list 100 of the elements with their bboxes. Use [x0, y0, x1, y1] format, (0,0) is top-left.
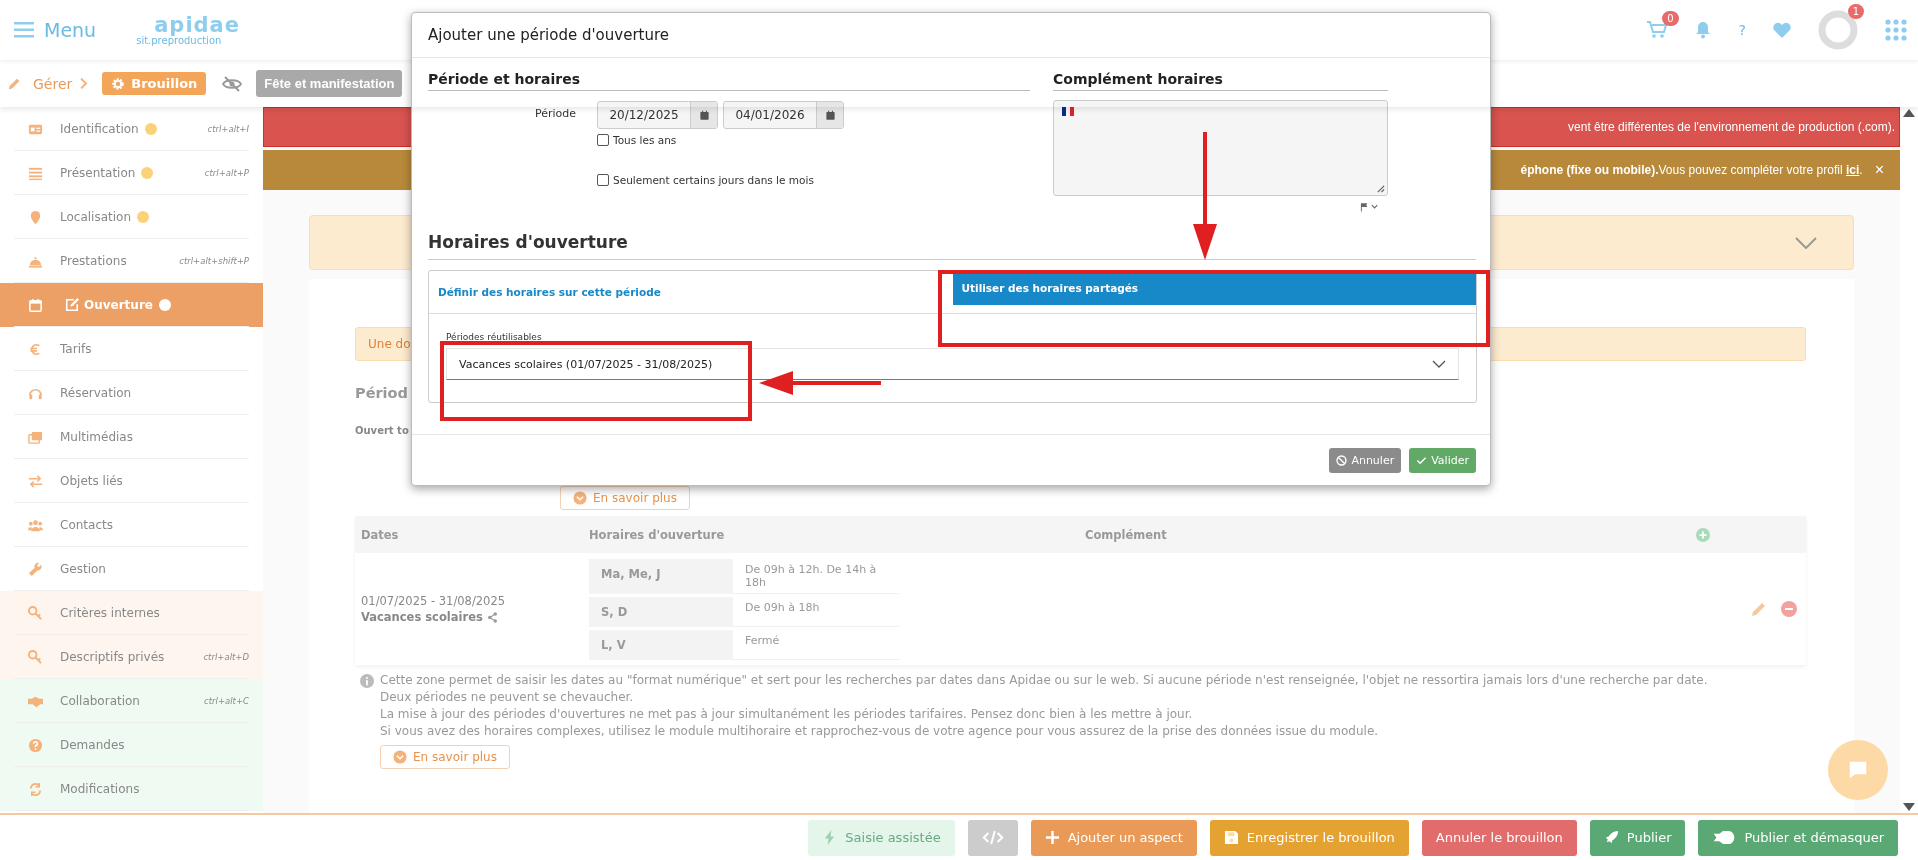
plus-icon	[1044, 830, 1060, 845]
chevron-circle-icon	[393, 750, 407, 764]
arrows-icon	[28, 473, 43, 489]
keyboard-shortcut: ctrl+alt+D	[203, 652, 249, 662]
info-text: Deux périodes ne peuvent se chevaucher.	[380, 689, 635, 706]
section-title: Périod	[355, 385, 408, 401]
days-cell: L, V	[589, 629, 733, 660]
apps-grid-icon[interactable]	[1884, 18, 1908, 42]
dialog-button[interactable]: Valider	[1409, 447, 1476, 473]
tab[interactable]: Définir des horaires sur cette période	[429, 271, 953, 313]
type-chip: Fête et manifestation	[256, 70, 403, 97]
users-icon	[28, 517, 43, 533]
remove-icon[interactable]	[1781, 601, 1797, 617]
pencil-icon	[8, 77, 21, 90]
column-header: Dates	[360, 527, 400, 542]
sidebar-label: Collaboration	[60, 694, 140, 708]
code-button[interactable]	[967, 819, 1018, 856]
info-text: Si vous avez des horaires complexes, utilisez le module multihoraire et rapprochez-vous de votre agence pour vous assurez de la prise des données issue du module.	[380, 723, 1380, 740]
sidebar-label: Réservation	[60, 386, 132, 400]
chat-button[interactable]	[1828, 740, 1888, 800]
scroll-down-icon[interactable]	[1903, 803, 1915, 811]
sidebar-item[interactable]: Collaboration ctrl+alt+C	[0, 679, 263, 723]
select-field[interactable]: Vacances scolaires (01/07/2025 - 31/08/2025)	[446, 348, 1459, 380]
sidebar-label: Prestations	[60, 254, 127, 268]
section-heading: Complément horaires	[1053, 71, 1388, 91]
action-button[interactable]: Enregistrer le brouillon	[1209, 819, 1409, 856]
action-button[interactable]: Saisie assistée	[808, 819, 955, 856]
field-label: Périodes réutilisables	[446, 332, 543, 342]
days-cell: S, D	[589, 596, 733, 627]
calendar-icon	[28, 297, 43, 313]
date-field[interactable]: 20/12/2025	[597, 101, 718, 129]
sidebar-item[interactable]: Critères internes	[0, 591, 263, 635]
chevron-right-icon	[79, 77, 89, 90]
sidebar-item[interactable]: Demandes	[0, 723, 263, 767]
status-badge[interactable]: Brouillon	[102, 72, 207, 95]
info-icon	[360, 674, 374, 688]
info-text: La mise à jour des périodes d'ouvertures ne met pas à jour simultanément les périodes tarifaires. Pensez donc bien à les mettre à jour.	[380, 706, 1194, 723]
eye-slash-icon[interactable]	[222, 75, 243, 92]
learn-more-button[interactable]: En savoir plus	[560, 486, 690, 510]
sidebar-label: Descriptifs privés	[60, 650, 165, 664]
help-link[interactable]: ?	[1738, 22, 1746, 38]
date-field[interactable]: 04/01/2026	[723, 101, 844, 129]
logo-text: apidae	[154, 14, 241, 36]
flag-icon	[1062, 107, 1074, 116]
section-heading: Période et horaires	[428, 71, 1030, 91]
info-text: Cette zone permet de saisir les dates au "format numérique" et sert pour les recherches par dates dans Apidae ou sur le web. Si aucune période n'est renseignée, l'objet ne ressortira jamais lors d'une recherche par date.	[380, 672, 1708, 689]
manage-link[interactable]: Gérer	[33, 75, 73, 92]
column-header: Horaires d'ouverture	[589, 527, 726, 542]
period-name: Vacances scolaires	[361, 610, 483, 624]
days-cell: Ma, Me, J	[589, 558, 733, 594]
chevron-down-icon	[1795, 236, 1817, 249]
action-button[interactable]: Ajouter un aspect	[1030, 819, 1197, 856]
checkbox-label: Seulement certains jours dans le mois	[613, 174, 814, 186]
question-icon	[28, 737, 43, 753]
sidebar-item[interactable]: Descriptifs privés ctrl+alt+D	[0, 635, 263, 679]
sidebar-label: Identification	[60, 122, 139, 136]
sidebar-label: Ouverture	[84, 298, 153, 312]
pencil-icon[interactable]	[1751, 601, 1767, 617]
chevron-down-icon	[1432, 360, 1446, 368]
cart-icon[interactable]	[1646, 21, 1667, 39]
images-icon	[28, 429, 43, 445]
date-range: 01/07/2025 - 31/08/2025	[361, 594, 507, 608]
checkbox[interactable]	[597, 174, 609, 186]
menu-label[interactable]: Menu	[44, 19, 97, 41]
checkbox[interactable]	[597, 134, 609, 146]
list-icon	[28, 165, 43, 181]
field-label: Ouvert to	[355, 425, 409, 436]
menu-icon[interactable]	[14, 22, 34, 38]
action-button[interactable]: Publier et démasquer	[1698, 819, 1898, 856]
code-icon	[981, 830, 1004, 845]
keyboard-shortcut: ctrl+alt+C	[204, 696, 249, 706]
dialog-title: Ajouter une période d'ouverture	[428, 26, 669, 44]
resize-handle-icon[interactable]	[1376, 184, 1385, 193]
sidebar-label: Multimédias	[60, 430, 133, 444]
logo-subtitle: sit.preproduction	[136, 35, 222, 46]
ban-icon	[1336, 454, 1348, 466]
action-button[interactable]: Publier	[1589, 819, 1686, 856]
sidebar-item[interactable]: Ouverture	[0, 283, 263, 327]
sidebar-label: Critères internes	[60, 606, 160, 620]
sidebar-label: Objets liés	[60, 474, 123, 488]
keyboard-shortcut: ctrl+alt+shift+P	[179, 256, 249, 266]
cart-count-badge: 0	[1662, 11, 1679, 26]
close-button[interactable]: ×	[1874, 161, 1884, 179]
action-button[interactable]: Annuler le brouillon	[1421, 819, 1577, 856]
scroll-up-icon[interactable]	[1903, 109, 1915, 117]
language-dropdown-icon[interactable]	[1360, 202, 1380, 212]
sidebar-label: Présentation	[60, 166, 136, 180]
key-icon	[28, 605, 43, 621]
add-icon[interactable]	[1696, 527, 1710, 542]
heart-icon[interactable]	[1772, 21, 1792, 39]
sidebar-label: Localisation	[60, 210, 132, 224]
sync-icon	[28, 781, 43, 797]
dialog-button[interactable]: Annuler	[1329, 447, 1402, 473]
keyboard-shortcut: ctrl+alt+I	[207, 124, 249, 134]
learn-more-button[interactable]: En savoir plus	[380, 745, 510, 769]
notice-text: Une do	[368, 337, 411, 351]
sidebar-item[interactable]: Modifications	[0, 767, 263, 811]
edit-icon	[65, 298, 79, 312]
alert-text: vent être différentes de l'environnement de production (.com).	[1568, 120, 1895, 134]
calendar-icon	[824, 109, 836, 121]
